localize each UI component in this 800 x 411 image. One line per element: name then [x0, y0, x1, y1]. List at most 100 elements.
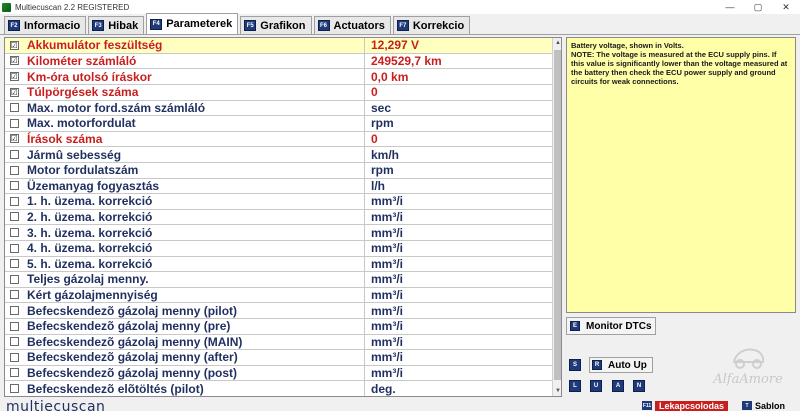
scroll-up-icon[interactable]: ▲ [553, 38, 561, 48]
row-checkbox-cell [5, 368, 23, 378]
row-checkbox[interactable] [9, 259, 19, 269]
row-checkbox-cell [5, 306, 23, 316]
close-button[interactable]: ✕ [772, 0, 800, 14]
row-checkbox-cell [5, 321, 23, 331]
n-key-button[interactable]: N [633, 380, 645, 392]
auto-up-button[interactable]: R Auto Up [589, 357, 653, 373]
row-checkbox-cell [5, 290, 23, 300]
row-checkbox-cell [5, 228, 23, 238]
parameter-name: Befecskendezõ gázolaj menny (after) [27, 350, 238, 365]
table-row[interactable]: 4. h. üzema. korrekció mm³/i [5, 240, 552, 257]
table-row[interactable]: Kért gázolajmennyiség mm³/i [5, 287, 552, 304]
table-row[interactable]: Üzemanyag fogyasztás l/h [5, 178, 552, 195]
table-row[interactable]: ☑ Kilométer számláló 249529,7 km [5, 53, 552, 70]
table-row[interactable]: Befecskendezõ gázolaj menny (post) mm³/i [5, 365, 552, 382]
vertical-scrollbar[interactable]: ▲ ▼ [552, 38, 561, 396]
tab-grafikon[interactable]: F5 Grafikon [240, 16, 312, 34]
tab-korrekcio[interactable]: F7 Korrekcio [392, 16, 471, 34]
tab-actuators[interactable]: F6 Actuators [313, 16, 391, 34]
row-checkbox[interactable] [9, 321, 19, 331]
row-checkbox[interactable] [9, 337, 19, 347]
row-checkbox-cell [5, 352, 23, 362]
table-row[interactable]: ☑ Túlpörgések száma 0 [5, 84, 552, 101]
f6-key-icon: F6 [317, 20, 330, 31]
f11-key-icon: F11 [642, 401, 652, 410]
parameter-value: 0 [371, 85, 378, 100]
parameter-value: 0 [371, 131, 378, 146]
row-checkbox[interactable] [9, 196, 19, 206]
app-icon [2, 2, 11, 12]
monitor-dtcs-button[interactable]: E Monitor DTCs [566, 317, 656, 335]
row-checkbox[interactable]: ☑ [9, 134, 19, 144]
row-checkbox-cell [5, 103, 23, 113]
table-row[interactable]: Teljes gázolaj menny. mm³/i [5, 272, 552, 288]
u-key-button[interactable]: U [590, 380, 602, 392]
table-row[interactable]: Befecskendezõ gázolaj menny (pre) mm³/i [5, 318, 552, 335]
row-checkbox[interactable]: ☑ [9, 87, 19, 97]
parameter-value: mm³/i [371, 256, 404, 271]
parameter-name: Kilométer számláló [27, 53, 137, 68]
table-row[interactable]: 2. h. üzema. korrekció mm³/i [5, 209, 552, 226]
row-checkbox[interactable] [9, 103, 19, 113]
table-row[interactable]: Befecskendezõ gázolaj menny (MAIN) mm³/i [5, 334, 552, 351]
s-key-button[interactable]: S [569, 359, 581, 371]
table-row[interactable]: Befecskendezõ gázolaj menny (after) mm³/i [5, 350, 552, 366]
row-checkbox[interactable] [9, 181, 19, 191]
table-row[interactable]: 5. h. üzema. korrekció mm³/i [5, 256, 552, 273]
scroll-down-icon[interactable]: ▼ [553, 386, 561, 396]
parameter-name: Km-óra utolsó íráskor [27, 69, 152, 84]
table-row[interactable]: Motor fordulatszám rpm [5, 162, 552, 179]
monitor-dtcs-label: Monitor DTCs [586, 320, 652, 332]
parameter-grid[interactable]: ☑ Akkumulátor feszültség 12,297 V ☑ Kilométe… [4, 37, 562, 397]
table-row[interactable]: ☑ Km-óra utolsó íráskor 0,0 km [5, 69, 552, 85]
row-checkbox[interactable] [9, 228, 19, 238]
row-checkbox[interactable] [9, 118, 19, 128]
row-checkbox[interactable] [9, 212, 19, 222]
table-row[interactable]: ☑ Akkumulátor feszültség 12,297 V [5, 38, 552, 54]
tab-label: Hibak [108, 19, 139, 32]
table-row[interactable]: Max. motorfordulat rpm [5, 116, 552, 132]
row-checkbox-cell [5, 259, 23, 269]
scroll-thumb[interactable] [554, 50, 561, 380]
row-checkbox[interactable] [9, 352, 19, 362]
tab-informacio[interactable]: F2 Informacio [4, 16, 87, 34]
tab-label: Korrekcio [412, 19, 465, 32]
parameter-name: Befecskendezõ gázolaj menny (post) [27, 365, 238, 380]
row-checkbox[interactable] [9, 150, 19, 160]
row-checkbox[interactable] [9, 274, 19, 284]
template-button[interactable]: T Sablon [742, 400, 785, 411]
parameter-name: Jármû sebesség [27, 147, 122, 162]
l-key-button[interactable]: L [569, 380, 581, 392]
row-checkbox[interactable]: ☑ [9, 40, 19, 50]
parameter-name: Befecskendezõ elõtöltés (pilot) [27, 381, 204, 396]
maximize-button[interactable]: ▢ [744, 0, 772, 14]
row-checkbox[interactable] [9, 384, 19, 394]
row-checkbox[interactable] [9, 165, 19, 175]
a-key-button[interactable]: A [612, 380, 624, 392]
row-checkbox[interactable]: ☑ [9, 72, 19, 82]
row-checkbox-cell: ☑ [5, 87, 23, 97]
parameter-value: mm³/i [371, 303, 404, 318]
row-checkbox[interactable] [9, 290, 19, 300]
parameter-value: mm³/i [371, 287, 404, 302]
parameter-value: mm³/i [371, 209, 404, 224]
disconnect-button[interactable]: F11 Lekapcsolodas [642, 400, 729, 411]
row-checkbox[interactable]: ☑ [9, 56, 19, 66]
table-row[interactable]: Befecskendezõ elõtöltés (pilot) deg. [5, 381, 552, 396]
minimize-button[interactable]: — [716, 0, 744, 14]
parameter-name: Írások száma [27, 131, 103, 146]
parameter-value: km/h [371, 147, 400, 162]
row-checkbox[interactable] [9, 243, 19, 253]
tab-parameterek[interactable]: F4 Parameterek [146, 13, 239, 34]
table-row[interactable]: ☑ Írások száma 0 [5, 131, 552, 148]
table-row[interactable]: Befecskendezõ gázolaj menny (pilot) mm³/i [5, 303, 552, 319]
tab-hibak[interactable]: F3 Hibak [88, 16, 145, 34]
parameter-value: mm³/i [371, 334, 404, 349]
table-row[interactable]: 3. h. üzema. korrekció mm³/i [5, 225, 552, 241]
row-checkbox[interactable] [9, 306, 19, 316]
table-row[interactable]: Jármû sebesség km/h [5, 147, 552, 163]
table-row[interactable]: 1. h. üzema. korrekció mm³/i [5, 194, 552, 210]
table-row[interactable]: Max. motor ford.szám számláló sec [5, 100, 552, 117]
row-checkbox-cell [5, 243, 23, 253]
row-checkbox[interactable] [9, 368, 19, 378]
